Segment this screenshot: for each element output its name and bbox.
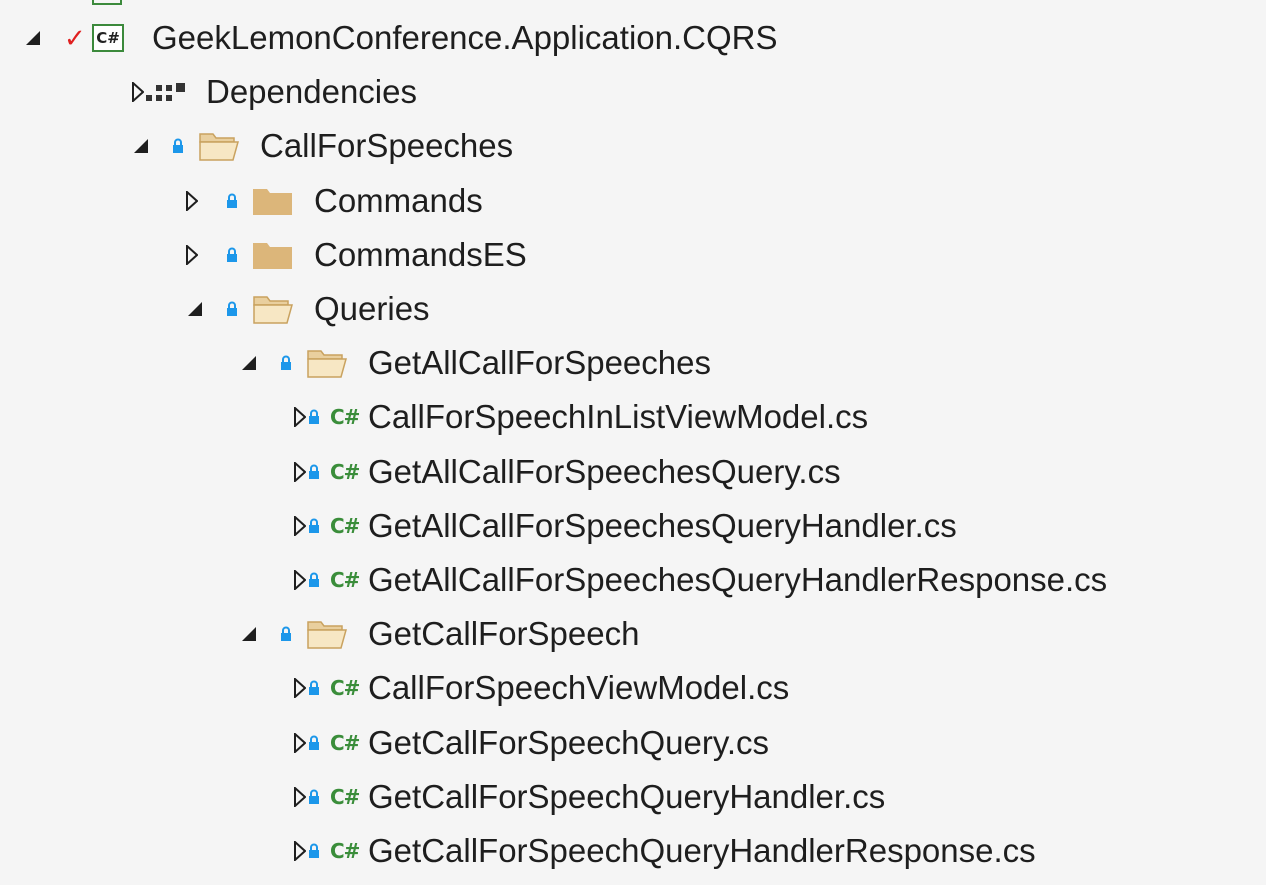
csharp-project-icon: C#: [92, 24, 124, 53]
collapse-arrow-icon[interactable]: [134, 139, 148, 154]
tree-row-queries[interactable]: Queries: [0, 282, 1266, 336]
folder-open-icon: [198, 130, 240, 162]
csharp-file-icon: C#: [330, 784, 360, 809]
lock-icon: [308, 843, 320, 859]
collapse-arrow-icon[interactable]: [242, 356, 256, 371]
collapse-arrow-icon[interactable]: [26, 31, 40, 46]
lock-icon: [308, 680, 320, 696]
tree-row-getallcallforspeechesqueryhandlerresponse[interactable]: C# GetAllCallForSpeechesQueryHandlerRespo…: [0, 553, 1266, 607]
folder-icon: [252, 185, 294, 217]
collapse-arrow-icon[interactable]: [242, 627, 256, 642]
csharp-file-icon: C#: [330, 567, 360, 592]
lock-icon: [308, 789, 320, 805]
folder-open-icon: [252, 293, 294, 325]
lock-icon: [226, 301, 238, 317]
tree-row-geeklemonconference-application-cqrs[interactable]: ✓ C# GeekLemonConference.Application.CQRS: [0, 11, 1266, 65]
collapse-arrow-icon[interactable]: [188, 302, 202, 317]
tree-item-label: GetCallForSpeechQuery.cs: [368, 723, 770, 761]
tree-item-label: CallForSpeechInListViewModel.cs: [368, 398, 869, 436]
tree-row-commandses[interactable]: CommandsES: [0, 228, 1266, 282]
lock-icon: [308, 464, 320, 480]
expand-arrow-icon[interactable]: [294, 839, 307, 863]
expand-arrow-icon[interactable]: [294, 514, 307, 538]
expand-arrow-icon[interactable]: [294, 785, 307, 808]
solution-explorer-tree: ✓ C# GeekLemonConference.Application.CQRS D…: [0, 11, 1266, 878]
tree-item-label: GetCallForSpeech: [368, 615, 640, 653]
tree-item-label: CommandsES: [314, 235, 527, 273]
tree-item-label: GetAllCallForSpeechesQuery.cs: [368, 452, 841, 490]
expand-arrow-icon[interactable]: [186, 243, 199, 267]
lock-icon: [308, 409, 320, 425]
tree-row-callforspeechviewmodel[interactable]: C# CallForSpeechViewModel.cs: [0, 661, 1266, 715]
tree-row-commands[interactable]: Commands: [0, 174, 1266, 228]
expand-arrow-icon[interactable]: [294, 460, 307, 483]
lock-icon: [172, 138, 184, 154]
tree-item-label: Queries: [314, 290, 430, 328]
lock-icon: [280, 626, 292, 642]
lock-icon: [308, 518, 320, 534]
expand-arrow-icon[interactable]: [186, 189, 199, 212]
tree-row-getcallforspeech[interactable]: GetCallForSpeech: [0, 607, 1266, 661]
tree-row-getallcallforspeechesquery[interactable]: C# GetAllCallForSpeechesQuery.cs: [0, 445, 1266, 499]
tree-item-label: GetAllCallForSpeeches: [368, 344, 711, 382]
folder-open-icon: [306, 618, 348, 650]
lock-icon: [308, 735, 320, 751]
tree-item-label: CallForSpeechViewModel.cs: [368, 669, 790, 707]
csharp-file-icon: C#: [330, 405, 360, 430]
csharp-file-icon: C#: [330, 730, 360, 755]
tree-row-getcallforspeechqueryhandler[interactable]: C# GetCallForSpeechQueryHandler.cs: [0, 770, 1266, 824]
project-icon: [92, 0, 122, 5]
folder-icon: [252, 239, 294, 271]
clipped-previous-row: ···: [0, 0, 1266, 8]
csharp-file-icon: C#: [330, 676, 360, 701]
csharp-file-icon: C#: [330, 459, 360, 484]
dependencies-icon: [144, 81, 188, 103]
csharp-file-icon: C#: [330, 838, 360, 863]
lock-icon: [280, 355, 292, 371]
expand-arrow-icon[interactable]: [294, 568, 307, 592]
checked-in-icon: ✓: [64, 23, 86, 54]
tree-row-getcallforspeechqueryhandlerresponse[interactable]: C# GetCallForSpeechQueryHandlerResponse.c…: [0, 824, 1266, 878]
expand-arrow-icon[interactable]: [294, 731, 307, 754]
tree-row-getcallforspeechquery[interactable]: C# GetCallForSpeechQuery.cs: [0, 715, 1266, 769]
tree-item-label: GetCallForSpeechQueryHandler.cs: [368, 777, 886, 815]
expand-arrow-icon[interactable]: [294, 677, 307, 700]
tree-item-label: GetAllCallForSpeechesQueryHandler.cs: [368, 506, 957, 544]
tree-item-label: GeekLemonConference.Application.CQRS: [152, 19, 778, 57]
tree-item-label: CallForSpeeches: [260, 127, 514, 165]
lock-icon: [226, 193, 238, 209]
tree-row-dependencies[interactable]: Dependencies: [0, 65, 1266, 119]
tree-row-getallcallforspeeches[interactable]: GetAllCallForSpeeches: [0, 336, 1266, 390]
tree-item-label: Commands: [314, 181, 483, 219]
tree-item-label: Dependencies: [206, 73, 417, 111]
tree-row-callforspeeches[interactable]: CallForSpeeches: [0, 119, 1266, 173]
lock-icon: [226, 247, 238, 263]
expand-arrow-icon[interactable]: [294, 406, 307, 429]
expand-arrow-icon[interactable]: [132, 81, 145, 104]
clipped-row-label: ···: [152, 0, 185, 8]
csharp-file-icon: C#: [330, 513, 360, 538]
tree-row-getallcallforspeechesqueryhandler[interactable]: C# GetAllCallForSpeechesQueryHandler.cs: [0, 499, 1266, 553]
tree-row-callforspeechinlistviewmodel[interactable]: C# CallForSpeechInListViewModel.cs: [0, 390, 1266, 444]
tree-item-label: GetCallForSpeechQueryHandlerResponse.cs: [368, 831, 1036, 869]
tree-item-label: GetAllCallForSpeechesQueryHandlerRespons…: [368, 560, 1108, 598]
folder-open-icon: [306, 347, 348, 379]
lock-icon: [308, 572, 320, 588]
